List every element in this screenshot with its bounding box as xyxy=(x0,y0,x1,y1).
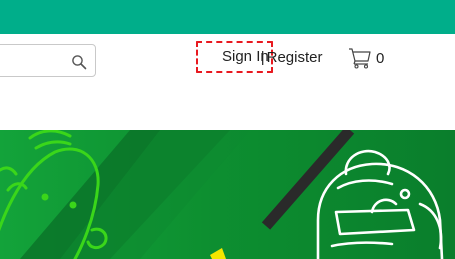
search-box[interactable] xyxy=(0,44,96,77)
account-links: Sign In | Register xyxy=(196,41,332,73)
search-input[interactable] xyxy=(3,51,63,71)
banner-artwork xyxy=(0,130,455,259)
search-icon[interactable] xyxy=(71,54,87,70)
account-separator: | xyxy=(260,48,265,66)
cart-icon xyxy=(349,48,371,69)
promo-banner[interactable] xyxy=(0,130,455,259)
cart-count: 0 xyxy=(376,49,385,67)
cart-button[interactable]: 0 xyxy=(348,46,384,70)
register-link[interactable]: Register xyxy=(267,49,323,66)
top-accent-bar xyxy=(0,0,455,34)
